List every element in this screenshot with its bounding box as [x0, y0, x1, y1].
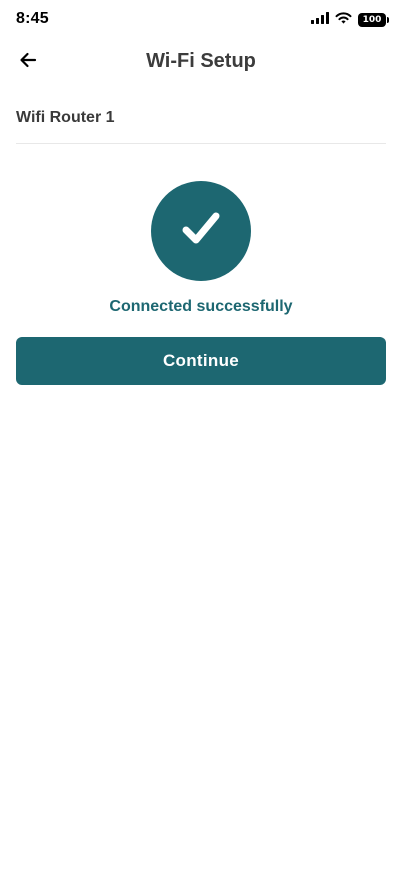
status-bar: 8:45 100 [0, 0, 402, 44]
status-icons: 100 [311, 11, 389, 29]
network-name: Wifi Router 1 [16, 109, 115, 126]
check-icon [181, 209, 221, 254]
connection-status-message: Connected successfully [109, 298, 293, 315]
page-title: Wi-Fi Setup [146, 50, 256, 72]
status-time: 8:45 [16, 10, 49, 27]
battery-icon: 100 [358, 13, 389, 27]
network-row: Wifi Router 1 [16, 96, 386, 144]
header: Wi-Fi Setup [0, 44, 402, 80]
battery-level: 100 [362, 14, 382, 25]
continue-button[interactable]: Continue [16, 337, 386, 385]
signal-icon [311, 11, 329, 29]
success-indicator [151, 181, 251, 281]
wifi-icon [335, 11, 352, 29]
